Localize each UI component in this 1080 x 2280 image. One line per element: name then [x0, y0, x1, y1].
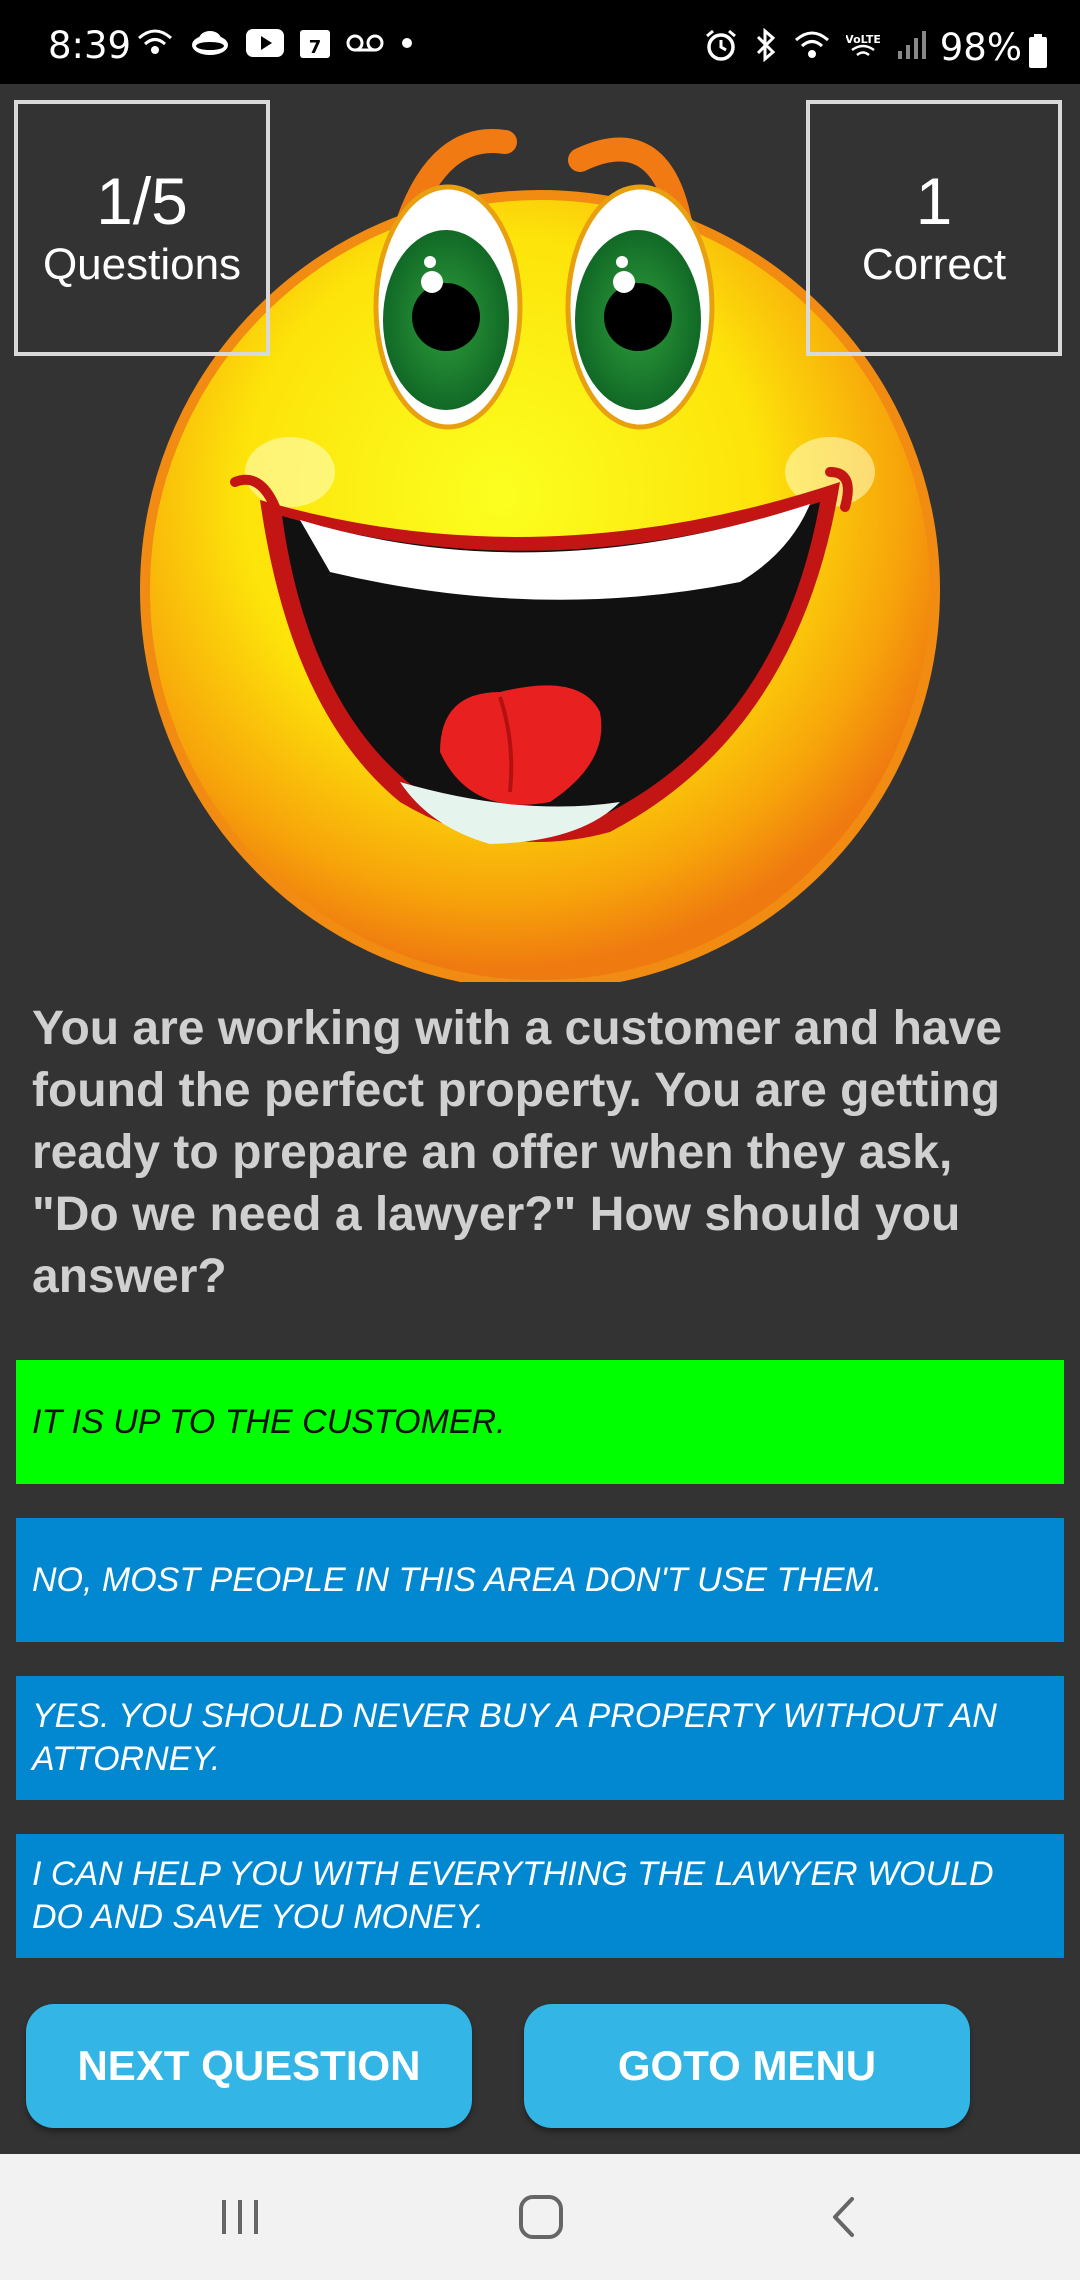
answer-option-1[interactable]: IT IS UP TO THE CUSTOMER.: [16, 1360, 1064, 1484]
navigation-bar: [0, 2154, 1080, 2280]
battery-percentage: 98%: [939, 26, 1022, 69]
volte-icon: VoLTE: [846, 33, 880, 57]
answer-option-2[interactable]: NO, MOST PEOPLE IN THIS AREA DON'T USE T…: [16, 1518, 1064, 1642]
recent-apps-icon[interactable]: [218, 2194, 262, 2240]
alarm-icon: [706, 29, 736, 61]
answer-option-3[interactable]: YES. YOU SHOULD NEVER BUY A PROPERTY WIT…: [16, 1676, 1064, 1800]
dot-icon: [402, 38, 412, 48]
youtube-icon: [246, 29, 284, 57]
question-text: You are working with a customer and have…: [32, 1002, 1003, 1303]
answer-option-4[interactable]: I CAN HELP YOU WITH EVERYTHING THE LAWYE…: [16, 1834, 1064, 1958]
calendar-icon: 7: [300, 30, 330, 58]
voicemail-icon: [346, 34, 384, 52]
home-icon[interactable]: [518, 2194, 564, 2240]
wifi-icon: [795, 31, 829, 58]
goto-menu-button[interactable]: GOTO MENU: [524, 2004, 970, 2128]
next-question-button[interactable]: NEXT QUESTION: [26, 2004, 472, 2128]
status-bar: 8:39 7 VoLTE 98%: [0, 0, 1080, 84]
volte-label: VoLTE: [846, 33, 880, 46]
questions-value: 1/5: [96, 164, 188, 238]
correct-value: 1: [915, 164, 953, 238]
questions-label: Questions: [42, 240, 242, 289]
correct-counter: 1 Correct: [806, 100, 1062, 356]
signal-icon: [898, 31, 926, 59]
cloud-icon: [192, 31, 228, 55]
correct-label: Correct: [861, 240, 1007, 289]
wifi-calling-icon: [138, 29, 172, 54]
calendar-day: 7: [309, 37, 322, 58]
questions-counter: 1/5 Questions: [14, 100, 270, 356]
bluetooth-icon: [756, 28, 776, 62]
battery-icon: [1029, 34, 1047, 68]
status-time: 8:39: [48, 24, 132, 67]
back-icon[interactable]: [826, 2194, 862, 2240]
